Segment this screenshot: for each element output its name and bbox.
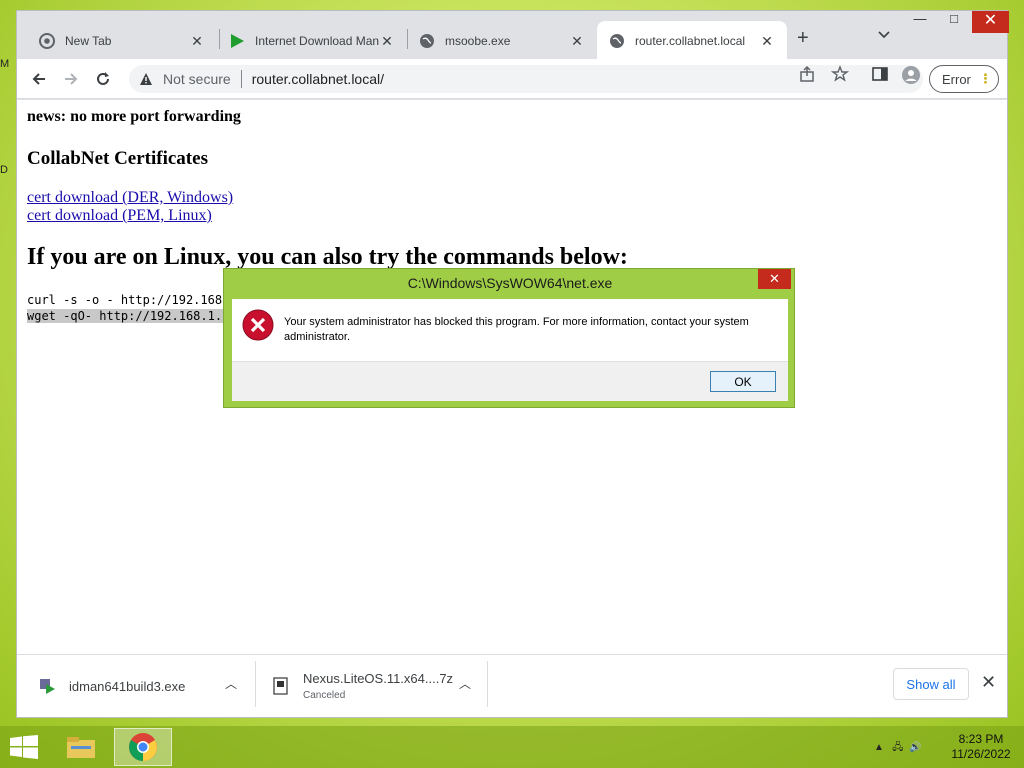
chevron-up-icon[interactable]: ︿: [459, 675, 471, 692]
warning-icon: [140, 73, 152, 85]
curl-command[interactable]: curl -s -o - http://192.168.: [27, 292, 229, 308]
taskbar-file-explorer[interactable]: [52, 728, 110, 766]
chrome-icon: [39, 33, 55, 49]
tab-new-tab[interactable]: New Tab ✕: [27, 21, 217, 61]
tab-router[interactable]: router.collabnet.local ✕: [597, 21, 787, 61]
desktop-icon-label[interactable]: M: [0, 58, 12, 164]
idm-installer-icon: [40, 679, 55, 694]
globe-icon: [419, 33, 435, 49]
error-label: Error: [942, 71, 971, 87]
window-close-button[interactable]: ✕: [972, 11, 1009, 33]
tab-strip: New Tab ✕ Internet Download Man ✕ msoobe…: [17, 11, 1009, 61]
forward-button[interactable]: [61, 69, 81, 89]
back-button[interactable]: [29, 69, 49, 89]
folder-icon: [67, 737, 95, 758]
tab-idm[interactable]: Internet Download Man ✕: [217, 21, 407, 61]
star-icon: [830, 65, 850, 82]
download-item[interactable]: idman641build3.exe: [37, 663, 185, 709]
commands-block: curl -s -o - http://192.168. wget -qO- h…: [27, 292, 230, 324]
download-divider: [487, 661, 488, 707]
tab-title: Internet Download Man: [255, 34, 379, 48]
cert-download-pem-link[interactable]: cert download (PEM, Linux): [27, 207, 233, 225]
dialog-footer: OK: [232, 361, 788, 401]
cert-links: cert download (DER, Windows) cert downlo…: [27, 189, 233, 225]
close-downloads-icon[interactable]: ✕: [981, 672, 996, 693]
desktop-icon-label[interactable]: D: [0, 164, 12, 270]
taskbar-clock[interactable]: 8:23 PM 11/26/2022: [946, 732, 1016, 762]
close-tab-icon[interactable]: ✕: [569, 33, 585, 50]
tab-title: New Tab: [65, 34, 112, 48]
dialog-message: Your system administrator has blocked th…: [284, 316, 749, 343]
not-secure-label[interactable]: Not secure: [163, 71, 231, 87]
bookmark-button[interactable]: [830, 65, 850, 85]
download-filename: idman641build3.exe: [69, 678, 186, 694]
show-all-button[interactable]: Show all: [893, 668, 969, 700]
ok-button[interactable]: OK: [710, 371, 776, 392]
tab-search-button[interactable]: [877, 27, 893, 46]
chevron-up-icon[interactable]: ︿: [225, 675, 237, 692]
profile-avatar[interactable]: [901, 65, 921, 85]
clock-date: 11/26/2022: [951, 747, 1011, 761]
new-tab-button[interactable]: +: [797, 27, 809, 50]
cert-download-der-link[interactable]: cert download (DER, Windows): [27, 189, 233, 207]
wget-command[interactable]: wget -qO- http://192.168.1.1: [27, 309, 230, 323]
archive-icon: [273, 677, 288, 695]
idm-play-icon: [229, 33, 245, 49]
close-tab-icon[interactable]: ✕: [379, 33, 395, 50]
side-panel-icon: [872, 67, 888, 81]
download-status: Canceled: [303, 690, 346, 701]
system-tray[interactable]: ▲ 🖧 🔊: [874, 740, 921, 757]
profile-error-button[interactable]: Error ⋮: [929, 65, 999, 93]
omnibox-separator: [240, 70, 242, 88]
tab-title: router.collabnet.local: [635, 34, 746, 48]
share-icon: [800, 65, 814, 82]
avatar-icon: [902, 66, 920, 84]
tab-title: msoobe.exe: [445, 34, 511, 48]
tray-expand-icon[interactable]: ▲: [874, 742, 884, 753]
certificates-heading: CollabNet Certificates: [27, 148, 208, 169]
windows-start-icon[interactable]: [10, 735, 38, 759]
download-filename: Nexus.LiteOS.11.x64....7z: [303, 671, 454, 686]
close-tab-icon[interactable]: ✕: [189, 33, 205, 50]
close-tab-icon[interactable]: ✕: [759, 33, 775, 50]
minimize-button[interactable]: —: [903, 11, 937, 35]
network-icon[interactable]: 🖧: [892, 742, 903, 753]
downloads-bar: idman641build3.exe ︿ Nexus.LiteOS.11.x64…: [17, 654, 1007, 717]
maximize-button[interactable]: □: [937, 11, 971, 35]
forward-arrow-icon: [65, 73, 78, 85]
dialog-body: Your system administrator has blocked th…: [232, 299, 788, 401]
download-item[interactable]: Nexus.LiteOS.11.x64....7z Canceled: [271, 663, 453, 709]
error-icon: [242, 309, 274, 341]
dialog-close-button[interactable]: ✕: [758, 269, 791, 289]
tab-msoobe[interactable]: msoobe.exe ✕: [407, 21, 597, 61]
back-arrow-icon: [32, 73, 45, 85]
desktop-icons: M D: [0, 58, 12, 270]
dialog-title: C:\Windows\SysWOW64\net.exe: [407, 275, 613, 291]
error-dialog: C:\Windows\SysWOW64\net.exe ✕ Your syste…: [223, 268, 795, 408]
taskbar-chrome[interactable]: [114, 728, 172, 766]
chevron-down-icon: [878, 31, 890, 39]
clock-time: 8:23 PM: [958, 732, 1004, 746]
share-button[interactable]: [799, 65, 817, 85]
linux-heading: If you are on Linux, you can also try th…: [27, 244, 628, 270]
globe-icon: [609, 33, 625, 49]
menu-dots-icon: ⋮: [978, 71, 992, 86]
url-text[interactable]: router.collabnet.local/: [252, 71, 384, 87]
download-divider: [255, 661, 256, 707]
browser-toolbar: Not secure router.collabnet.local/ Error…: [17, 59, 1007, 99]
chrome-icon: [129, 733, 157, 761]
reload-icon: [97, 72, 109, 85]
volume-icon[interactable]: 🔊: [909, 742, 921, 753]
side-panel-button[interactable]: [871, 65, 889, 85]
reload-button[interactable]: [93, 69, 113, 89]
taskbar: ▲ 🖧 🔊 8:23 PM 11/26/2022: [0, 726, 1024, 768]
news-text: news: no more port forwarding: [27, 108, 241, 125]
